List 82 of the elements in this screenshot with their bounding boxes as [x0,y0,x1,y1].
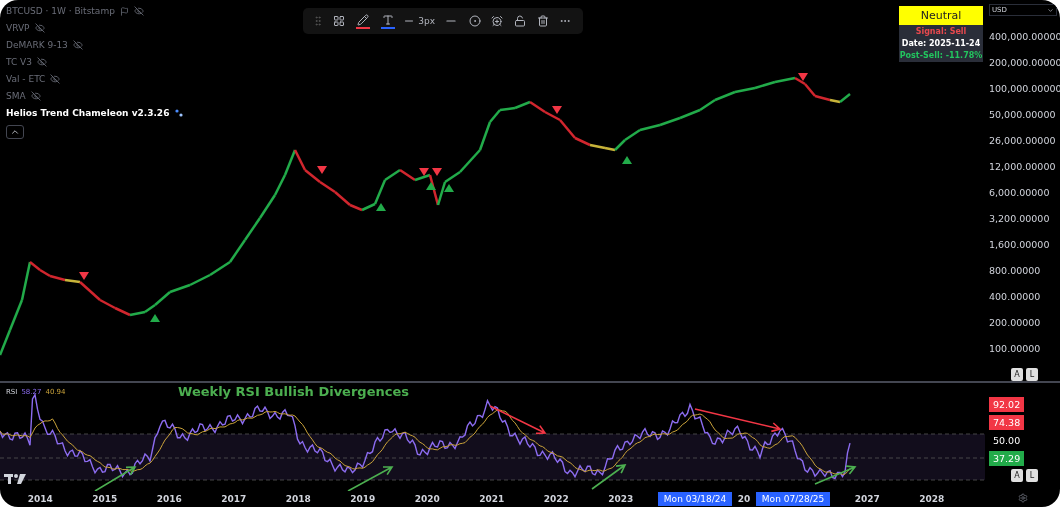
price-tick: 3,200.00000 [989,212,1050,226]
sell-marker [552,106,562,114]
scale-button[interactable]: A [1011,368,1023,381]
price-tick: 400.00000 [989,290,1041,304]
settings-icon[interactable] [1018,493,1028,503]
price-tick: 100.00000 [989,342,1041,356]
eye-off-icon[interactable] [133,6,144,16]
time-label: 2019 [350,494,376,504]
pencil-button[interactable] [353,13,372,29]
divergence-arrow [814,465,857,485]
time-label: 2023 [608,494,634,504]
buy-marker [444,184,454,192]
time-label: 2015 [92,494,118,504]
price-tick: 1,600.00000 [989,238,1050,252]
eye-off-icon[interactable] [34,23,45,33]
line-width-button[interactable]: 3px [403,15,436,27]
signal-text: Date: 2025-11-24 [901,39,981,48]
time-label: 2014 [27,494,53,504]
time-label: 2021 [479,494,505,504]
price-tick: 100,000.00000 [989,82,1060,96]
collapse-button[interactable] [6,125,24,139]
eye-off-icon[interactable] [37,57,47,67]
flag-icon[interactable] [119,6,129,16]
price-tick: 200.00000 [989,316,1041,330]
scale-button[interactable]: L [1026,469,1038,482]
indicator-label[interactable]: Helios Trend Chameleon v2.3.26 [6,108,170,118]
divergence-arrow [347,466,394,491]
indicator-label[interactable]: TC V3 [6,57,32,67]
signal-text: Signal: Sell [915,27,967,36]
price-tick: 26,000.00000 [989,134,1056,148]
scale-button[interactable]: L [1026,368,1038,381]
chevron-up-icon [10,127,20,137]
value-label: 37.29 [989,451,1025,466]
signal-text: Post-Sell: -11.78% [899,51,983,60]
time-label: 2028 [919,494,945,504]
time-label: 2020 [414,494,440,504]
level-label: 50.00 [992,434,1022,448]
price-tick: 12,000.00000 [989,160,1056,174]
price-tick: 200,000.00000 [989,56,1060,70]
price-tick: 400,000.00000 [989,30,1060,44]
settings-button[interactable] [466,15,483,27]
time-label: 2027 [854,494,880,504]
divergence-arrow [489,405,547,435]
sell-marker [432,168,442,176]
value-label: 92.02 [989,397,1025,412]
unlock-button[interactable] [512,15,528,27]
eye-off-icon[interactable] [72,40,83,50]
sell-marker [419,168,429,176]
dots-icon[interactable] [174,108,185,118]
time-label: 2018 [285,494,311,504]
time-label: 2022 [543,494,569,504]
indicator-label[interactable]: SMA [6,91,26,101]
annotation-title: Weekly RSI Bullish Divergences [178,384,409,399]
time-label: 20 [737,494,751,504]
price-tick: 800.00000 [989,264,1041,278]
caret-icon [1047,6,1054,14]
eye-off-icon[interactable] [30,91,41,101]
logo-icon [4,473,26,485]
indicator-label[interactable]: DeMARK 9-13 [6,40,68,50]
indicator-label[interactable]: Val - ETC [6,74,46,84]
divergence-arrow [591,464,627,490]
crosshair-date-label: Mon 07/28/25 [755,492,831,506]
sell-marker [79,272,89,280]
value-label: 74.38 [989,415,1025,430]
price-tick: 50,000.00000 [989,108,1056,122]
buy-marker [150,314,160,322]
eye-off-icon[interactable] [50,74,61,84]
time-label: 2016 [156,494,182,504]
buy-marker [426,182,436,190]
divergence-arrow [94,466,137,491]
status-badge: Neutral [899,6,983,25]
symbol-title: BTCUSD · 1W · Bitstamp [6,6,115,16]
indicator-label[interactable]: VRVP [6,23,30,33]
buy-marker [376,203,386,211]
sell-marker [798,73,808,81]
sell-marker [317,166,327,174]
time-label: 2017 [221,494,247,504]
crosshair-date-label: Mon 03/18/24 [657,492,733,506]
scale-button[interactable]: A [1011,469,1023,482]
text-button[interactable] [378,13,397,29]
price-tick: 6,000.00000 [989,186,1050,200]
buy-marker [622,156,632,164]
